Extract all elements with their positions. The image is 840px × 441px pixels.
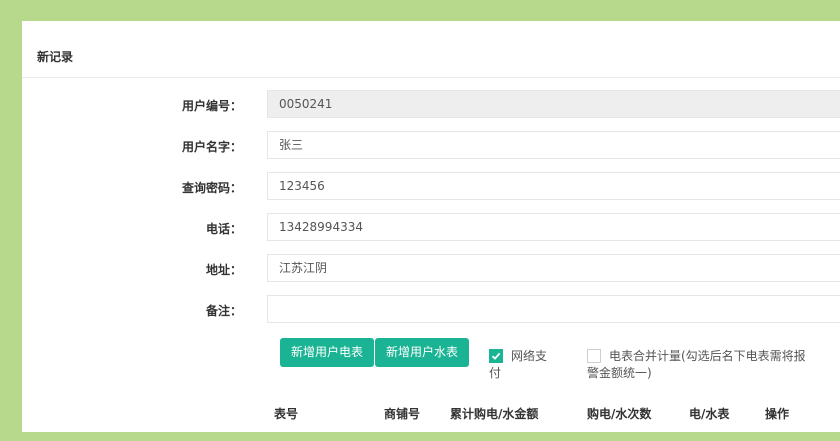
form-row-phone: 电话： 13428994334 [22, 213, 840, 243]
panel-title: 新记录 [37, 50, 74, 64]
checkmark-icon [491, 352, 501, 360]
col-header-actions: 操作 [765, 407, 790, 421]
add-water-meter-button[interactable]: 新增用户水表 [375, 338, 470, 367]
online-payment-label-2: 付 [489, 366, 502, 380]
phone-field[interactable]: 13428994334 [267, 213, 840, 241]
merge-meter-label-1: 电表合并计量(勾选后名下电表需将报 [609, 349, 806, 363]
user-name-label: 用户名字： [181, 140, 242, 154]
user-id-field[interactable]: 0050241 [267, 90, 840, 118]
query-password-label: 查询密码： [181, 181, 242, 195]
address-label: 地址： [205, 263, 242, 277]
col-header-shop-no: 商铺号 [384, 407, 421, 421]
remark-label: 备注： [205, 304, 242, 318]
col-header-meter-type: 电/水表 [689, 407, 730, 421]
panel-header: 新记录 [22, 37, 840, 78]
col-header-total-amount: 累计购电/水金额 [450, 407, 539, 421]
online-payment-label-1: 网络支 [511, 349, 548, 363]
query-password-field[interactable]: 123456 [267, 172, 840, 200]
add-electric-meter-button[interactable]: 新增用户电表 [280, 338, 375, 367]
form-row-user-name: 用户名字： 张三 [22, 131, 840, 161]
col-header-meter-no: 表号 [274, 407, 299, 421]
new-record-panel: 新记录 用户编号： 0050241 用户名字： 张三 查询密码： 123456 … [22, 21, 840, 432]
merge-meter-label-2: 警金额统一) [587, 366, 652, 380]
form-row-address: 地址： 江苏江阴 [22, 254, 840, 284]
remark-field[interactable] [267, 295, 840, 323]
form-row-query-password: 查询密码： 123456 [22, 172, 840, 202]
form-row-user-id: 用户编号： 0050241 [22, 90, 840, 120]
address-field[interactable]: 江苏江阴 [267, 254, 840, 282]
col-header-purchase-count: 购电/水次数 [587, 407, 652, 421]
user-name-field[interactable]: 张三 [267, 131, 840, 159]
user-id-label: 用户编号： [181, 99, 242, 113]
form-row-remark: 备注： [22, 295, 840, 325]
merge-meter-checkbox[interactable] [587, 349, 601, 363]
online-payment-checkbox[interactable] [489, 349, 503, 363]
phone-label: 电话： [205, 222, 242, 236]
